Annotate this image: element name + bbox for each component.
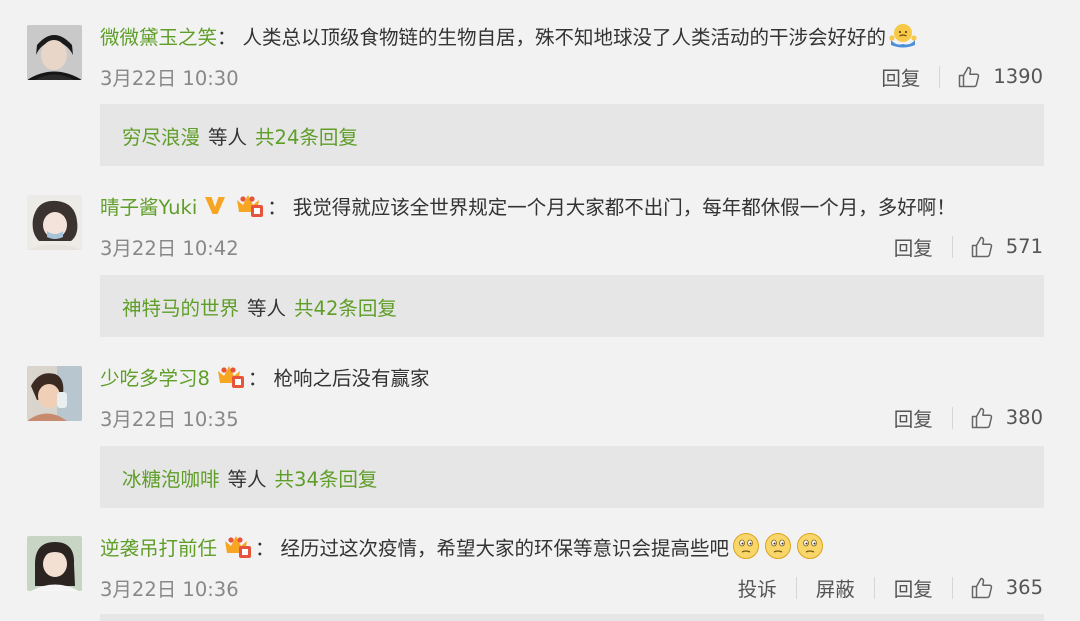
thumbs-up-icon [959,66,980,87]
reply-summary[interactable]: 冰糖泡咖啡 等人 共34条回复 [100,446,1044,508]
shrug-emoji-icon [888,20,918,50]
comment-actions: 回复 571 [892,232,1043,261]
report-button[interactable]: 投诉 [736,573,779,602]
thumbs-up-icon [971,407,992,428]
reply-user-link[interactable]: 神特马的世界 [122,292,239,321]
comment-line: 逆袭吊打前任 ： 经历过这次疫情，希望大家的环保等意识会提高些吧 [100,529,825,563]
comment-text: 经历过这次疫情，希望大家的环保等意识会提高些吧 [280,536,730,560]
block-button[interactable]: 屏蔽 [814,573,857,602]
reply-button[interactable]: 回复 [892,573,935,602]
reply-summary-edge [100,614,1044,621]
view-replies-link[interactable]: 共42条回复 [294,292,397,321]
like-button[interactable]: 571 [970,235,1043,259]
verified-v-icon [203,194,227,216]
username-link[interactable]: 晴子酱Yuki [100,191,197,220]
comment-actions: 回复 380 [892,403,1043,432]
divider [951,576,953,599]
divider [951,235,953,258]
like-button[interactable]: 365 [970,576,1043,600]
avatar[interactable] [27,25,82,80]
divider [939,65,941,88]
comment-time: 3月22日 10:35 [100,408,239,431]
comment-text: 人类总以顶级食物链的生物自居，殊不知地球没了人类活动的干涉会好好的 [242,25,887,49]
reply-user-link[interactable]: 穷尽浪漫 [122,121,200,150]
reply-summary[interactable]: 穷尽浪漫 等人 共24条回复 [100,104,1044,166]
like-count: 571 [1005,235,1043,258]
reply-button[interactable]: 回复 [892,232,935,261]
comment-line: 晴子酱Yuki ： 我觉得就应该全世界规定一个月大家都不出门，每年都休假一个月，… [100,188,956,222]
comment-actions: 回复 1390 [879,62,1043,91]
view-replies-link[interactable]: 共34条回复 [275,463,378,492]
vip-crown-icon [223,533,253,559]
comment-text: 我觉得就应该全世界规定一个月大家都不出门，每年都休假一个月，多好啊！ [292,195,956,219]
view-replies-link[interactable]: 共24条回复 [255,121,358,150]
comment-time: 3月22日 10:36 [100,578,239,601]
avatar[interactable] [27,195,82,250]
reply-summary[interactable]: 神特马的世界 等人 共42条回复 [100,275,1044,337]
comment-line: 微微黛玉之笑 ： 人类总以顶级食物链的生物自居，殊不知地球没了人类活动的干涉会好… [100,18,918,52]
thinking-emoji-icon [731,531,761,561]
comment-actions: 投诉 屏蔽 回复 365 [736,573,1043,602]
like-count: 365 [1005,576,1043,599]
thinking-emoji-icon [763,531,793,561]
username-link[interactable]: 逆袭吊打前任 [100,532,217,561]
comment-time: 3月22日 10:42 [100,237,239,260]
reply-button[interactable]: 回复 [879,62,922,91]
like-button[interactable]: 1390 [957,65,1043,89]
vip-crown-icon [235,192,265,218]
username-link[interactable]: 少吃多学习8 [100,362,210,391]
divider [795,576,797,599]
like-count: 380 [1005,406,1043,429]
comment-line: 少吃多学习8 ： 枪响之后没有赢家 [100,359,429,393]
comment-text: 枪响之后没有赢家 [273,366,430,390]
vip-crown-icon [216,363,246,389]
thumbs-up-icon [971,577,992,598]
thumbs-up-icon [971,236,992,257]
divider [951,406,953,429]
avatar[interactable] [27,536,82,591]
thinking-emoji-icon [795,531,825,561]
avatar[interactable] [27,366,82,421]
comment-time: 3月22日 10:30 [100,67,239,90]
divider [873,576,875,599]
like-button[interactable]: 380 [970,406,1043,430]
reply-button[interactable]: 回复 [892,403,935,432]
username-link[interactable]: 微微黛玉之笑 [100,21,217,50]
like-count: 1390 [993,65,1043,88]
reply-user-link[interactable]: 冰糖泡咖啡 [122,463,220,492]
